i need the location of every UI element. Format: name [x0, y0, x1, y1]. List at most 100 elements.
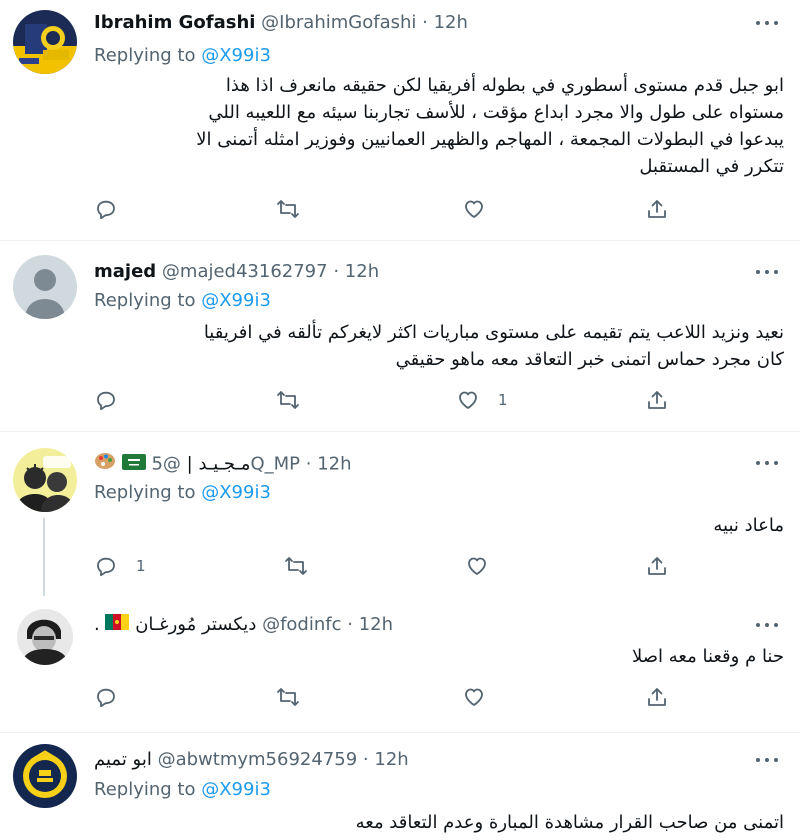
tweet[interactable]: Ibrahim Gofashi @IbrahimGofashi · 12h Re…: [0, 0, 800, 240]
tweet-header: . ديكستر مُورغـان @fodinfc · 12h: [94, 613, 393, 637]
mention-link[interactable]: @X99i3: [201, 779, 271, 800]
palette-emoji-icon: [94, 451, 116, 478]
replying-to-label: Replying to: [94, 45, 196, 66]
mention-link[interactable]: @X99i3: [201, 45, 271, 66]
share-icon: [648, 391, 666, 409]
display-name[interactable]: Ibrahim Gofashi: [94, 12, 255, 33]
like-icon: [465, 688, 483, 706]
share-button[interactable]: [645, 387, 669, 413]
reply-icon: [97, 391, 115, 411]
timestamp[interactable]: 12h: [434, 12, 468, 33]
retweet-button[interactable]: [276, 684, 300, 710]
cameroon-flag-icon: [105, 613, 130, 637]
avatar[interactable]: [13, 744, 77, 808]
tweet-text-line: ماعاد نبيه: [713, 515, 784, 536]
reply-button[interactable]: [94, 196, 118, 222]
separator-dot: ·: [347, 614, 353, 635]
share-button[interactable]: [645, 553, 669, 579]
tweet-text-line: يبدعوا في البطولات المجمعة ، المهاجم وال…: [196, 129, 784, 150]
avatar[interactable]: [17, 609, 73, 665]
more-icon[interactable]: [756, 18, 778, 28]
replying-to-label: Replying to: [94, 290, 196, 311]
timestamp[interactable]: 12h: [359, 614, 393, 635]
replying-to-label: Replying to: [94, 482, 196, 503]
reply-button[interactable]: [94, 387, 118, 413]
tweet[interactable]: مـجـيـد | @5Q_MP · 12h Replying to @X99i…: [0, 432, 800, 598]
share-icon: [648, 200, 666, 218]
replying-to: Replying to @X99i3: [94, 289, 271, 313]
action-bar: [94, 684, 694, 710]
retweet-button[interactable]: [276, 387, 300, 413]
avatar[interactable]: [13, 10, 77, 74]
retweet-icon: [285, 557, 307, 575]
user-handle[interactable]: @abwtmym56924759: [158, 749, 358, 770]
more-icon[interactable]: [756, 755, 778, 765]
timestamp[interactable]: 12h: [374, 749, 408, 770]
like-button[interactable]: 1: [456, 387, 508, 413]
share-button[interactable]: [645, 684, 669, 710]
tweet-text-line: مستواه على طول والا مجرد ابداع مؤقت ، لل…: [208, 102, 784, 123]
replying-to: Replying to @X99i3: [94, 481, 271, 505]
like-icon: [465, 200, 483, 218]
saudi-flag-icon: [121, 453, 146, 477]
separator-dot: ·: [333, 261, 340, 282]
avatar[interactable]: [13, 448, 77, 512]
share-icon: [648, 557, 666, 575]
avatar[interactable]: [13, 255, 77, 319]
reply-icon: [97, 200, 115, 220]
share-button[interactable]: [645, 196, 669, 222]
separator-dot: ·: [362, 749, 369, 770]
more-icon[interactable]: [756, 620, 778, 630]
tweet[interactable]: ابو تميم @abwtmym56924759 · 12h Replying…: [0, 733, 800, 840]
tweet-text-line: تتكرر في المستقبل: [639, 156, 784, 177]
like-button[interactable]: [465, 553, 489, 579]
mention-link[interactable]: @X99i3: [201, 482, 271, 503]
display-name-suffix: .: [94, 614, 100, 635]
display-name[interactable]: مـجـيـد: [198, 454, 250, 475]
user-handle[interactable]: @IbrahimGofashi: [261, 12, 416, 33]
more-icon[interactable]: [756, 267, 778, 277]
tweet-header: ابو تميم @abwtmym56924759 · 12h: [94, 748, 409, 772]
retweet-button[interactable]: [284, 553, 308, 579]
tweet-text-line: كان مجرد حماس اتمنى خبر التعاقد معه ماهو…: [395, 349, 784, 370]
tweet[interactable]: majed @majed43162797 · 12h Replying to @…: [0, 241, 800, 431]
reply-icon: [97, 557, 115, 577]
like-icon: [459, 391, 477, 409]
tweet[interactable]: . ديكستر مُورغـان @fodinfc · 12h حنا م و…: [0, 598, 800, 732]
tweet-text-line: اتمنى من صاحب القرار مشاهدة المبارة وعدم…: [355, 812, 784, 833]
like-button[interactable]: [462, 196, 486, 222]
tweet-header: Ibrahim Gofashi @IbrahimGofashi · 12h: [94, 11, 468, 35]
tweet-text: نعيد ونزيد اللاعب يتم تقيمه على مستوى مب…: [94, 319, 784, 373]
tweet-text: حنا م وقعنا معه اصلا: [94, 643, 784, 670]
display-name[interactable]: majed: [94, 261, 156, 282]
timestamp[interactable]: 12h: [345, 261, 379, 282]
retweet-icon: [277, 688, 299, 706]
tweet-text-line: ابو جبل قدم مستوى أسطوري في بطوله أفريقي…: [225, 75, 784, 96]
reply-button[interactable]: [94, 684, 118, 710]
share-icon: [648, 688, 666, 706]
like-icon: [468, 557, 486, 575]
retweet-button[interactable]: [276, 196, 300, 222]
mention-link[interactable]: @X99i3: [201, 290, 271, 311]
tweet-header: مـجـيـد | @5Q_MP · 12h: [94, 451, 352, 478]
separator-dot: ·: [422, 12, 428, 33]
replying-to: Replying to @X99i3: [94, 778, 271, 802]
action-bar: 1: [94, 387, 694, 413]
like-button[interactable]: [462, 684, 486, 710]
retweet-icon: [277, 200, 299, 218]
replying-to-label: Replying to: [94, 779, 196, 800]
tweet-text: ابو جبل قدم مستوى أسطوري في بطوله أفريقي…: [94, 72, 784, 180]
user-handle[interactable]: @fodinfc: [262, 614, 341, 635]
more-icon[interactable]: [756, 458, 778, 468]
user-handle[interactable]: @majed43162797: [162, 261, 328, 282]
display-name[interactable]: ديكستر مُورغـان: [135, 614, 256, 635]
separator-dot: ·: [305, 453, 312, 475]
tweet-text-line: حنا م وقعنا معه اصلا: [632, 646, 784, 667]
display-name[interactable]: ابو تميم: [94, 749, 152, 770]
tweet-text: اتمنى من صاحب القرار مشاهدة المبارة وعدم…: [94, 809, 784, 836]
tweet-text: ماعاد نبيه: [94, 512, 784, 539]
retweet-icon: [277, 391, 299, 409]
like-count: 1: [498, 391, 508, 409]
timestamp[interactable]: 12h: [317, 454, 351, 475]
reply-button[interactable]: 1: [94, 553, 146, 579]
